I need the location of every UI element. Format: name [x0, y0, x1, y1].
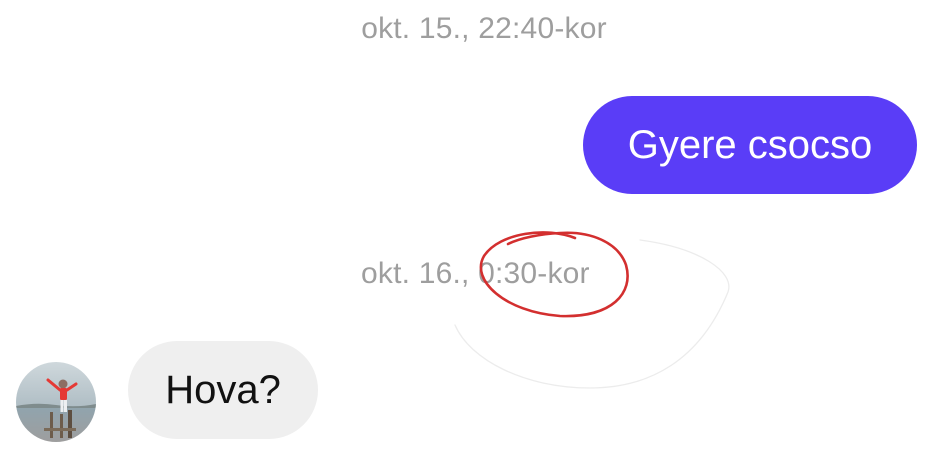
chat-thread: okt. 15., 22:40-kor Gyere csocso okt. 16…	[0, 0, 938, 468]
contact-avatar[interactable]	[16, 362, 96, 442]
outgoing-message-bubble[interactable]: Gyere csocso	[583, 96, 917, 194]
timestamp-oct-15: okt. 15., 22:40-kor	[0, 14, 938, 44]
timestamp-text: okt. 15., 22:40-kor	[361, 12, 607, 45]
timestamp-time-text: 0:30-kor	[478, 257, 590, 290]
timestamp-oct-16: okt. 16., 0:30-kor	[361, 259, 590, 289]
outgoing-message-text: Gyere csocso	[627, 123, 873, 167]
annotation-highlight-circle	[454, 231, 730, 389]
incoming-message-bubble[interactable]: Hova?	[128, 341, 318, 439]
avatar-photo-icon	[16, 362, 96, 442]
incoming-message-text: Hova?	[165, 368, 281, 412]
timestamp-date-text: okt. 16.,	[361, 257, 479, 290]
